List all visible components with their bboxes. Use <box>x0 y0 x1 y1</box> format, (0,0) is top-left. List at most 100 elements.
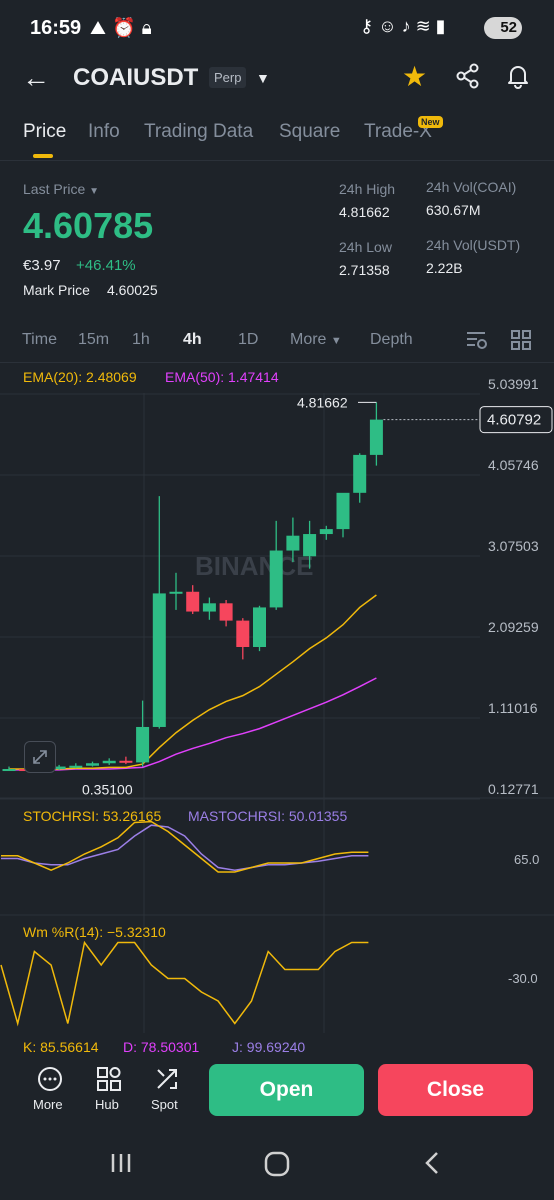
spot-icon[interactable] <box>154 1066 180 1098</box>
caret-down-icon: ▼ <box>89 186 100 197</box>
battery-indicator: 52 <box>484 17 522 39</box>
recent-apps-icon[interactable] <box>108 1150 134 1183</box>
stoch-axis-label: 65.0 <box>514 852 540 867</box>
interval-1h[interactable]: 1h <box>132 331 150 349</box>
face-icon: ☺ <box>378 16 402 36</box>
active-tab-indicator <box>33 154 53 158</box>
last-price: 4.60785 <box>23 205 154 246</box>
low-marker-label: 0.35100 <box>82 782 133 798</box>
status-left-icons: ⛰⏰🔒︎ <box>90 16 158 40</box>
candle-body <box>286 535 300 551</box>
d-legend: D: 78.50301 <box>123 1039 200 1055</box>
vol-coin-value: 630.67M <box>426 202 481 218</box>
high-value: 4.81662 <box>339 204 390 220</box>
nav-back-icon[interactable] <box>421 1150 443 1183</box>
chevron-down-icon[interactable]: ▼ <box>256 70 270 86</box>
lock-icon: 🔒︎ <box>141 18 158 39</box>
open-button[interactable]: Open <box>209 1064 364 1116</box>
k-legend: K: 85.56614 <box>23 1039 99 1055</box>
vol-usdt-value: 2.22B <box>426 260 463 276</box>
fiat-price: €3.97 <box>23 257 61 274</box>
price-change: +46.41% <box>76 257 136 274</box>
hub-label[interactable]: Hub <box>95 1097 119 1112</box>
ema20-line <box>9 594 377 770</box>
interval-4h[interactable]: 4h <box>183 331 202 349</box>
home-icon[interactable] <box>263 1150 291 1185</box>
ema50-legend: EMA(50): 1.47414 <box>165 369 279 385</box>
williams-r-line <box>0 940 369 1027</box>
tab-trading-data[interactable]: Trading Data <box>144 121 253 143</box>
vol-coin-label: 24h Vol(COAI) <box>426 179 517 195</box>
last-price-label[interactable]: Last Price ▼ <box>23 181 99 197</box>
mastochrsi-legend: MASTOCHRSI: 50.01355 <box>188 808 348 824</box>
ema50-line <box>9 677 377 771</box>
price-axis-label: 1.11016 <box>488 700 538 716</box>
vol-usdt-label: 24h Vol(USDT) <box>426 237 521 253</box>
tab-info[interactable]: Info <box>88 121 120 143</box>
pair-symbol[interactable]: COAIUSDT <box>73 64 198 92</box>
interval-more[interactable]: More ▼ <box>290 331 342 349</box>
candle-body <box>2 769 16 772</box>
mute-icon: ♪ <box>401 16 416 36</box>
j-legend: J: 99.69240 <box>232 1039 306 1055</box>
main-tabs <box>0 118 554 158</box>
price-axis-label: 4.05746 <box>488 457 539 473</box>
status-right-icons: ⚷☺♪≋▮ <box>360 16 451 37</box>
candle-body <box>86 763 99 766</box>
contract-type-badge: Perp <box>209 67 247 88</box>
tabs-divider <box>0 160 554 161</box>
price-axis-label: 0.12771 <box>488 781 539 797</box>
bell-icon[interactable] <box>505 63 531 94</box>
hub-icon[interactable] <box>96 1066 122 1098</box>
grid-layout-icon[interactable] <box>510 329 532 356</box>
candle-body <box>169 591 183 594</box>
favorite-star-icon[interactable]: ★ <box>402 60 427 93</box>
candle-body <box>152 593 166 727</box>
mountain-icon: ⛰ <box>90 18 112 39</box>
price-axis-label: 5.03991 <box>488 376 539 392</box>
candle-body <box>336 492 350 530</box>
mark-price-label: Mark Price <box>23 282 90 298</box>
price-axis-label: 2.09259 <box>488 619 539 635</box>
more-label[interactable]: More <box>33 1097 63 1112</box>
interval-depth[interactable]: Depth <box>370 331 413 349</box>
candle-body <box>253 607 266 648</box>
candle-body <box>219 603 233 621</box>
chart-settings-icon[interactable] <box>465 329 489 356</box>
candle-body <box>353 454 367 493</box>
close-button[interactable]: Close <box>378 1064 533 1116</box>
ema20-legend: EMA(20): 2.48069 <box>23 369 137 385</box>
low-label: 24h Low <box>339 239 392 255</box>
candle-body <box>236 620 250 648</box>
candle-body <box>102 760 116 764</box>
interval-1d[interactable]: 1D <box>238 331 258 349</box>
tab-square[interactable]: Square <box>279 121 340 143</box>
alarm-icon: ⏰ <box>111 18 142 39</box>
spot-label[interactable]: Spot <box>151 1097 178 1112</box>
candle-body <box>269 550 283 608</box>
candle-body <box>202 603 216 612</box>
share-icon[interactable] <box>455 63 481 94</box>
back-arrow-icon[interactable]: ← <box>22 62 50 94</box>
status-bar: 16:59 ⛰⏰🔒︎ ⚷☺♪≋▮ 52 <box>0 0 554 56</box>
wr-legend: Wm %R(14): −5.32310 <box>23 924 166 940</box>
interval-time[interactable]: Time <box>22 331 57 349</box>
mastochrsi-line <box>1 824 369 871</box>
low-value: 2.71358 <box>339 262 390 278</box>
caret-down-icon: ▼ <box>330 335 342 347</box>
candle-body <box>119 760 133 763</box>
candle-body <box>69 765 83 768</box>
tab-price[interactable]: Price <box>23 121 66 143</box>
candle-body <box>319 529 333 535</box>
more-icon[interactable] <box>37 1066 63 1098</box>
candle-body <box>136 726 150 763</box>
stochrsi-legend: STOCHRSI: 53.26165 <box>23 808 162 824</box>
interval-15m[interactable]: 15m <box>78 331 109 349</box>
candle-body <box>303 534 317 557</box>
chart-area[interactable]: BINANCE 5.03991 4.05746 3.07503 2.09259 1.11… <box>0 363 554 1053</box>
high-label: 24h High <box>339 181 396 197</box>
watermark: BINANCE <box>195 551 313 581</box>
wifi-icon: ≋ <box>415 16 436 36</box>
high-marker-label: 4.81662 <box>297 394 348 410</box>
expand-chart-icon[interactable] <box>24 741 56 773</box>
